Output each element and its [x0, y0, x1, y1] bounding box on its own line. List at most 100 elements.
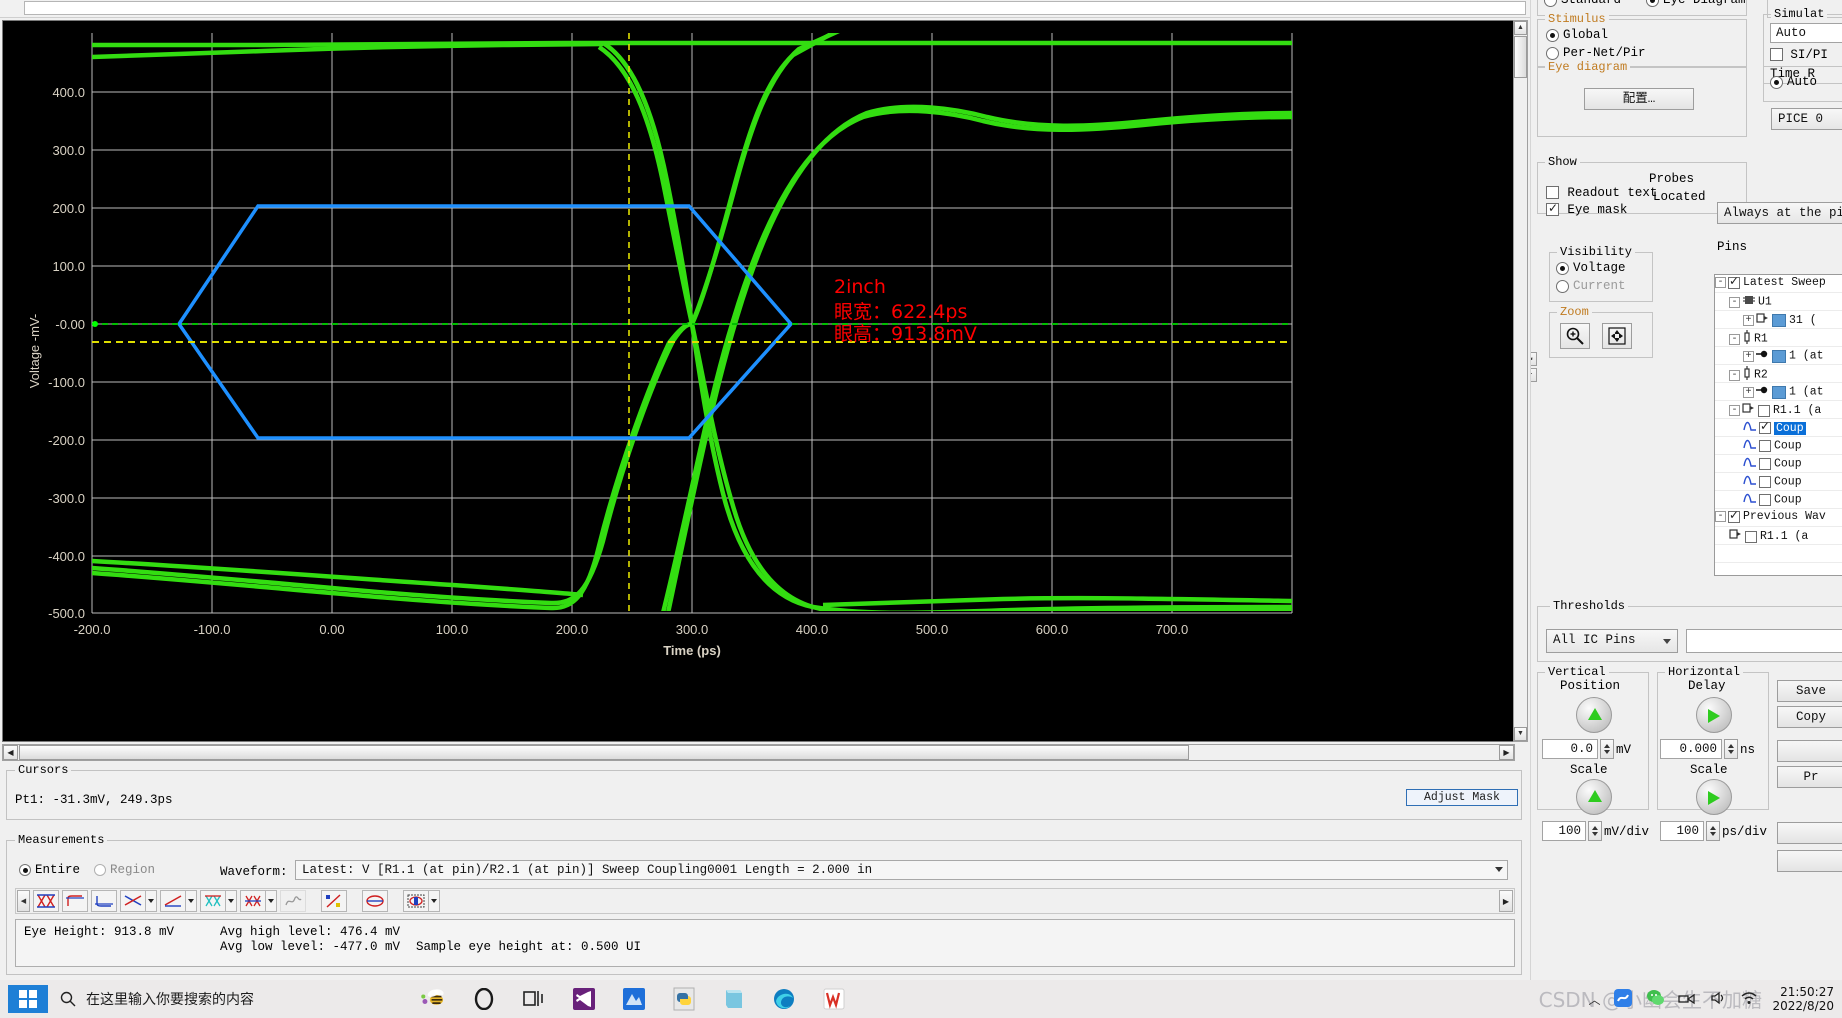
checkbox-eye-mask[interactable]	[1546, 201, 1559, 217]
configure-button[interactable]: 配置…	[1584, 88, 1694, 110]
tree-row[interactable]: - Previous Wav	[1715, 508, 1842, 527]
tree-row[interactable]	[1715, 545, 1842, 563]
taskbar-search[interactable]: 在这里输入你要搜索的内容	[60, 980, 254, 1018]
taskbar-clock[interactable]: 21:50:27 2022/8/20	[1772, 985, 1834, 1013]
wechat-icon[interactable]	[1646, 989, 1665, 1010]
color-swatch[interactable]	[1772, 385, 1786, 399]
thresholds-combobox[interactable]: All IC Pins	[1546, 629, 1678, 653]
notes-icon[interactable]	[720, 985, 748, 1013]
checkbox-si-pi-row[interactable]: SI/PI	[1770, 47, 1828, 62]
zoom-in-button[interactable]	[1560, 323, 1590, 349]
eye-opening-icon[interactable]	[240, 890, 266, 912]
undershoot-icon[interactable]	[91, 890, 117, 912]
edge-icon[interactable]	[770, 985, 798, 1013]
fall-time-icon[interactable]	[160, 890, 186, 912]
zoom-fit-button[interactable]	[1602, 323, 1632, 349]
adjust-mask-button[interactable]: Adjust Mask	[1406, 789, 1518, 806]
tree-checkbox[interactable]	[1759, 476, 1771, 488]
horizontal-delay-input[interactable]: 0.000	[1660, 739, 1722, 759]
wifi-icon[interactable]	[1740, 990, 1758, 1009]
tree-checkbox[interactable]	[1728, 275, 1740, 289]
scroll-up-button[interactable]: ▲	[1514, 21, 1527, 35]
slope-icon[interactable]	[321, 890, 347, 912]
eye-contour-dropdown[interactable]	[429, 890, 440, 912]
color-swatch[interactable]	[1772, 314, 1786, 327]
tree-row[interactable]: R1.1 (a	[1715, 527, 1842, 545]
eye-contour-icon[interactable]	[403, 890, 429, 912]
tree-expander[interactable]: -	[1729, 369, 1740, 381]
horizontal-scroll-thumb[interactable]	[19, 745, 1189, 760]
overshoot-icon[interactable]	[62, 890, 88, 912]
panel-expand-button[interactable]: ↘	[1531, 352, 1537, 366]
vertical-scroll-thumb[interactable]	[1514, 36, 1527, 78]
unlabeled-button-3[interactable]	[1777, 850, 1842, 872]
tree-expander[interactable]: -	[1729, 296, 1740, 308]
tree-row[interactable]: +31 (	[1715, 311, 1842, 329]
save-button[interactable]: Save	[1777, 680, 1842, 702]
horizontal-delay-knob[interactable]	[1696, 697, 1732, 733]
network-icon[interactable]	[1678, 990, 1696, 1009]
toolbar-collapse-left[interactable]: ◀	[17, 890, 30, 912]
eye-diagram-canvas[interactable]: 400.0 300.0 200.0 100.0 -0.00 -100.0 -20…	[2, 20, 1515, 742]
tree-checkbox[interactable]	[1759, 494, 1771, 506]
plot-horizontal-scrollbar[interactable]: ◀ ▶	[2, 744, 1515, 761]
tree-checkbox[interactable]	[1759, 440, 1771, 452]
checkbox-readout-text-row[interactable]: Readout text	[1546, 185, 1657, 200]
vertical-position-input[interactable]: 0.0	[1542, 739, 1598, 759]
radio-auto-time[interactable]: Auto	[1770, 75, 1817, 89]
tree-row[interactable]: Coup	[1715, 473, 1842, 491]
python-icon[interactable]	[670, 985, 698, 1013]
vertical-scale-spinner[interactable]	[1588, 821, 1602, 841]
tree-expander[interactable]: +	[1743, 350, 1754, 362]
eye-mask-icon[interactable]	[362, 890, 388, 912]
app-blue-icon[interactable]	[620, 985, 648, 1013]
scroll-left-button[interactable]: ◀	[3, 745, 18, 760]
tree-row[interactable]: Coup	[1715, 437, 1842, 455]
chevron-down-icon[interactable]	[1495, 867, 1503, 872]
tree-row[interactable]: +1 (at	[1715, 383, 1842, 401]
tree-row[interactable]: +1 (at	[1715, 347, 1842, 365]
eye-width-icon[interactable]	[200, 890, 226, 912]
tree-checkbox[interactable]	[1759, 419, 1771, 434]
checkbox-si-pi[interactable]	[1770, 48, 1783, 62]
tree-expander[interactable]: +	[1743, 386, 1754, 398]
panel-add-button[interactable]: +	[1531, 368, 1537, 382]
eye-width-dropdown[interactable]	[226, 890, 237, 912]
visual-studio-icon[interactable]	[570, 985, 598, 1013]
pice-combobox[interactable]: PICE 0	[1771, 108, 1842, 130]
scroll-right-button[interactable]: ▶	[1499, 745, 1514, 760]
tree-checkbox[interactable]	[1745, 530, 1757, 543]
chevron-down-icon[interactable]	[1663, 639, 1671, 644]
checkbox-readout-text[interactable]	[1546, 186, 1559, 200]
probe-location-combobox[interactable]: Always at the pin	[1717, 202, 1842, 224]
task-view-icon[interactable]	[520, 985, 548, 1013]
windows-icon[interactable]	[8, 985, 48, 1013]
tree-row[interactable]: - R2	[1715, 365, 1842, 383]
tree-checkbox[interactable]	[1759, 458, 1771, 470]
volume-icon[interactable]	[1710, 990, 1726, 1009]
plot-vertical-scrollbar[interactable]: ▲ ▼	[1513, 20, 1528, 742]
radio-global[interactable]: Global	[1546, 28, 1608, 42]
radio-voltage[interactable]: Voltage	[1556, 261, 1626, 275]
tree-expander[interactable]: +	[1743, 315, 1754, 326]
radio-current[interactable]: Current	[1556, 279, 1626, 293]
tree-row[interactable]: - Latest Sweep	[1715, 275, 1842, 293]
vertical-position-knob[interactable]	[1576, 697, 1612, 733]
tree-row[interactable]: Coup	[1715, 491, 1842, 509]
tree-expander[interactable]: -	[1715, 511, 1726, 522]
tree-row[interactable]: - U1	[1715, 293, 1842, 311]
radio-eye-diagram[interactable]: Eye Diagram	[1646, 0, 1746, 7]
top-strip-field[interactable]	[24, 1, 1526, 15]
horizontal-delay-spinner[interactable]	[1724, 739, 1738, 759]
print-button[interactable]: Pr	[1777, 766, 1842, 788]
checkbox-eye-mask-row[interactable]: Eye mask	[1546, 201, 1627, 217]
horizontal-scale-knob[interactable]	[1696, 779, 1732, 815]
rise-time-dropdown[interactable]	[146, 890, 157, 912]
tree-expander[interactable]: -	[1715, 277, 1726, 288]
eye-diagram-icon[interactable]	[33, 890, 59, 912]
fall-time-dropdown[interactable]	[186, 890, 197, 912]
vertical-scale-input[interactable]: 100	[1542, 821, 1586, 841]
simulation-auto-field[interactable]: Auto	[1770, 23, 1842, 43]
tree-row[interactable]: Coup	[1715, 455, 1842, 473]
waveform-combobox[interactable]: Latest: V [R1.1 (at pin)/R2.1 (at pin)] …	[295, 860, 1508, 880]
